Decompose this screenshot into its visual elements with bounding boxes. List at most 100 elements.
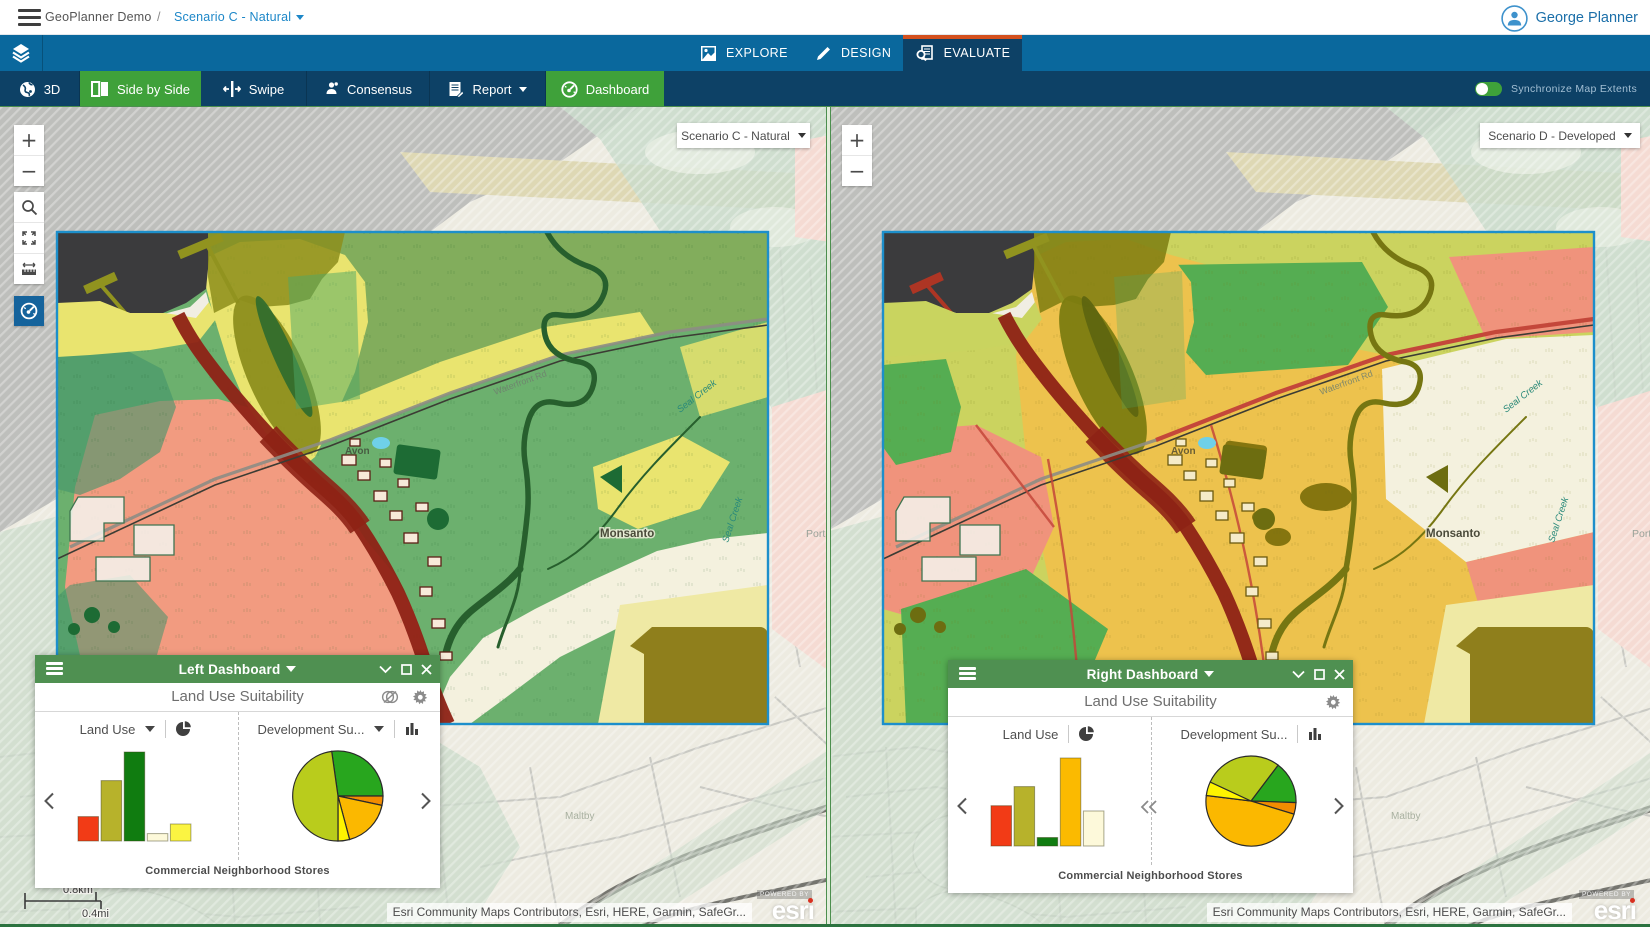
chevron-down-icon bbox=[798, 133, 806, 138]
globe-icon bbox=[19, 81, 36, 98]
bar-segment bbox=[78, 817, 99, 841]
consensus-button[interactable]: Consensus bbox=[307, 71, 430, 107]
chevron-down-icon bbox=[1204, 671, 1214, 677]
scenario-selector-left[interactable]: Scenario C - Natural bbox=[677, 123, 810, 148]
prev-indicator-arrow[interactable] bbox=[43, 792, 55, 810]
collapse-divider-icon[interactable] bbox=[1140, 799, 1158, 815]
dashboard-menu-icon[interactable] bbox=[46, 662, 63, 675]
chevron-down-icon bbox=[145, 726, 155, 732]
close-icon[interactable] bbox=[421, 664, 432, 675]
dashboard-map-button-active[interactable] bbox=[14, 296, 44, 326]
swipe-icon bbox=[223, 81, 241, 97]
scale-mi-label: 0.4mi bbox=[82, 908, 109, 920]
map-label-town: Avon bbox=[345, 446, 370, 457]
bar-chart-type-icon[interactable] bbox=[1308, 727, 1324, 741]
map-label-suburb: Maltby bbox=[1391, 811, 1420, 822]
user-name: George Planner bbox=[1536, 10, 1638, 26]
left-dashboard-titlebar[interactable]: Left Dashboard bbox=[35, 655, 440, 683]
next-indicator-arrow[interactable] bbox=[1333, 797, 1345, 815]
bar-segment bbox=[1083, 811, 1104, 846]
synchronize-label: Synchronize Map Extents bbox=[1511, 83, 1637, 95]
right-dashboard-titlebar[interactable]: Right Dashboard bbox=[948, 660, 1353, 688]
chart-selector[interactable]: Land Use bbox=[1003, 727, 1059, 742]
swipe-button[interactable]: Swipe bbox=[201, 71, 307, 107]
maximize-icon[interactable] bbox=[1314, 669, 1325, 680]
minimize-icon[interactable] bbox=[1292, 670, 1305, 679]
dashboard-menu-icon[interactable] bbox=[959, 667, 976, 680]
user-menu[interactable]: George Planner bbox=[1501, 4, 1638, 32]
next-indicator-arrow[interactable] bbox=[420, 792, 432, 810]
development-chart-panel: Development Su... bbox=[1151, 717, 1353, 865]
consensus-icon bbox=[324, 81, 339, 97]
bar-segment bbox=[147, 834, 168, 841]
widget-title: Land Use Suitability bbox=[948, 693, 1353, 710]
measure-button[interactable] bbox=[14, 254, 44, 284]
scale-bar: 0.8km 0.4mi bbox=[22, 884, 202, 920]
pie-chart-type-icon[interactable] bbox=[176, 721, 192, 737]
map-attribution: Esri Community Maps Contributors, Esri, … bbox=[1207, 903, 1572, 922]
pie-slice bbox=[332, 751, 383, 796]
widget-title: Land Use Suitability bbox=[35, 688, 440, 705]
bar-chart-type-icon[interactable] bbox=[405, 722, 421, 736]
right-dashboard-panel: Right Dashboard Land Use Suitability Lan… bbox=[948, 660, 1353, 893]
side-by-side-icon bbox=[91, 81, 109, 97]
chart-selector[interactable]: Land Use bbox=[80, 722, 136, 737]
chevron-down-icon bbox=[286, 666, 296, 672]
layers-button[interactable] bbox=[0, 35, 43, 71]
chart-selector[interactable]: Development Su... bbox=[1181, 727, 1288, 742]
breadcrumb-scenario-dropdown[interactable]: Scenario C - Natural bbox=[174, 10, 304, 24]
search-icon bbox=[21, 199, 38, 216]
bar-segment bbox=[1037, 838, 1058, 847]
breadcrumb-separator: / bbox=[157, 10, 160, 24]
report-icon bbox=[448, 81, 464, 98]
tab-design[interactable]: DESIGN bbox=[815, 35, 891, 71]
expand-button[interactable] bbox=[14, 223, 44, 253]
esri-logo-dot bbox=[808, 898, 813, 903]
breadcrumb-project[interactable]: GeoPlanner Demo bbox=[45, 10, 152, 24]
hamburger-menu-icon[interactable] bbox=[18, 9, 41, 26]
chevron-down-icon bbox=[519, 87, 527, 92]
zoom-in-button[interactable]: + bbox=[14, 125, 44, 155]
map-label-port: Port bbox=[806, 528, 825, 540]
prev-indicator-arrow[interactable] bbox=[956, 797, 968, 815]
minimize-icon[interactable] bbox=[379, 665, 392, 674]
active-tab-indicator bbox=[903, 35, 1022, 39]
bar-segment bbox=[1060, 758, 1081, 846]
3d-button[interactable]: 3D bbox=[0, 71, 80, 107]
dashboard-button[interactable]: Dashboard bbox=[546, 71, 664, 107]
map-split-divider[interactable] bbox=[826, 107, 831, 927]
side-by-side-button[interactable]: Side by Side bbox=[80, 71, 201, 107]
zoom-out-button[interactable]: − bbox=[14, 156, 44, 186]
pie-chart-type-icon[interactable] bbox=[1079, 726, 1095, 742]
main-nav-bar: EXPLORE DESIGN EVALUATE bbox=[0, 35, 1650, 71]
map-label-town: Avon bbox=[1171, 446, 1196, 457]
bar-segment bbox=[991, 806, 1012, 846]
expand-icon bbox=[21, 230, 37, 246]
bar-segment bbox=[124, 752, 145, 841]
maximize-icon[interactable] bbox=[401, 664, 412, 675]
tab-evaluate[interactable]: EVALUATE bbox=[903, 35, 1022, 71]
report-button[interactable]: Report bbox=[430, 71, 546, 107]
gear-icon[interactable] bbox=[1326, 695, 1341, 710]
gear-icon[interactable] bbox=[413, 690, 428, 705]
close-icon[interactable] bbox=[1334, 669, 1345, 680]
evaluate-toolbar: 3D Side by Side Swipe Consensus Report D… bbox=[0, 71, 1650, 107]
dashboard-charts: Land Use Development Su... bbox=[948, 717, 1353, 865]
map-top-border bbox=[0, 106, 1650, 107]
measure-ruler-icon bbox=[20, 261, 38, 277]
zoom-in-button[interactable]: + bbox=[842, 125, 872, 155]
widget-header: Land Use Suitability bbox=[35, 683, 440, 712]
chart-selector[interactable]: Development Su... bbox=[258, 722, 365, 737]
zoom-out-button[interactable]: − bbox=[842, 156, 872, 186]
synchronize-map-extents-toggle[interactable]: Synchronize Map Extents bbox=[1475, 71, 1637, 107]
map-attribution: Esri Community Maps Contributors, Esri, … bbox=[387, 903, 752, 922]
toggle-switch[interactable] bbox=[1475, 82, 1502, 96]
chevron-down-icon bbox=[1624, 133, 1632, 138]
visibility-icon[interactable] bbox=[381, 690, 399, 704]
explore-icon bbox=[700, 45, 717, 62]
map-label-suburb: Maltby bbox=[565, 811, 594, 822]
tab-explore[interactable]: EXPLORE bbox=[700, 35, 788, 71]
search-button[interactable] bbox=[14, 192, 44, 222]
scenario-selector-right[interactable]: Scenario D - Developed bbox=[1480, 123, 1640, 148]
widget-header: Land Use Suitability bbox=[948, 688, 1353, 717]
